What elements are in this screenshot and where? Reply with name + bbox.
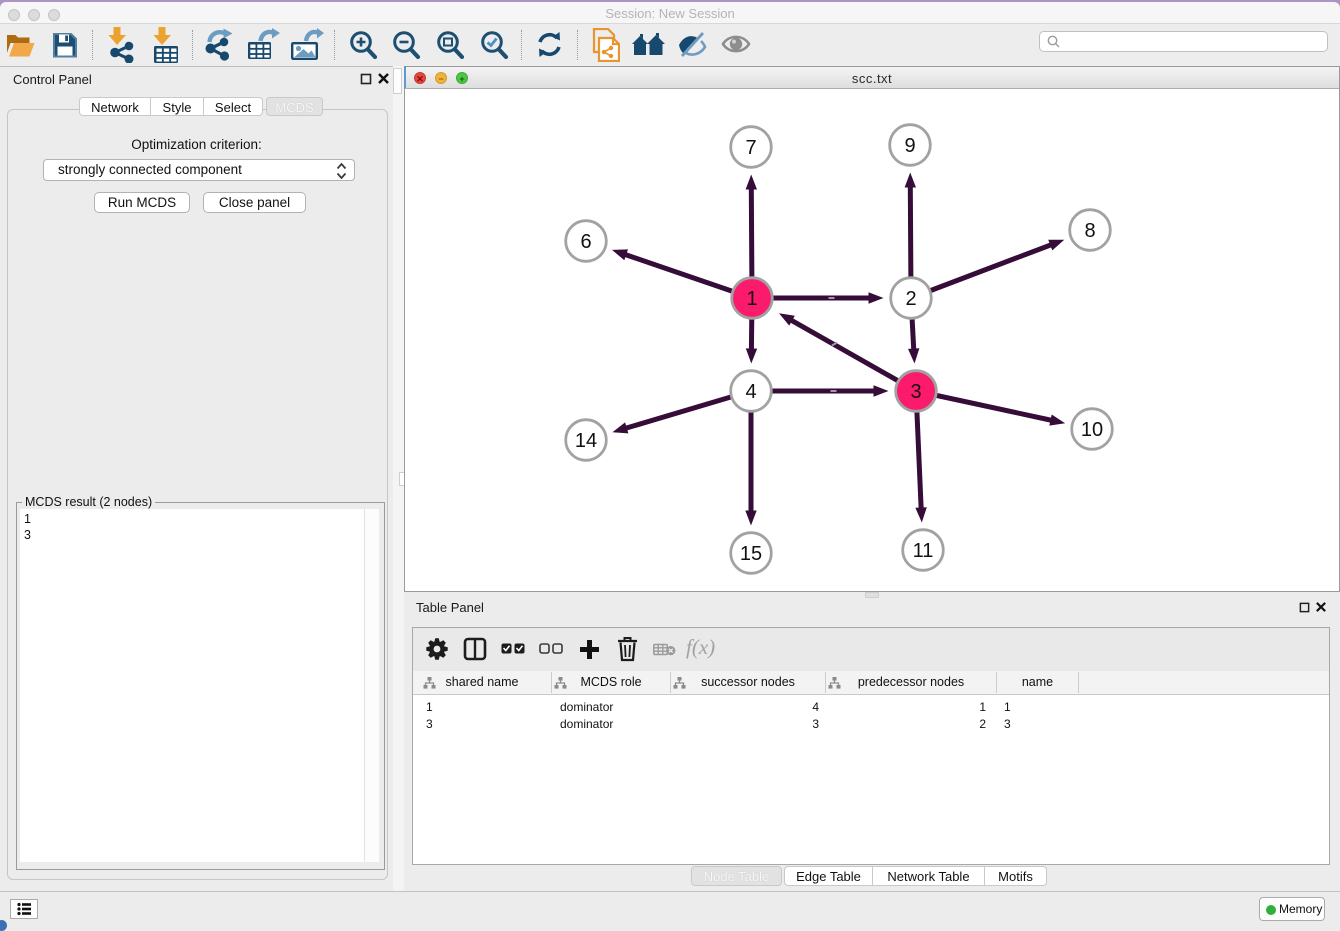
svg-text:14: 14 [575,430,597,452]
svg-text:9: 9 [904,135,915,157]
svg-text:1: 1 [746,288,757,310]
svg-text:6: 6 [580,231,591,253]
svg-text:7: 7 [745,137,756,159]
svg-text:2: 2 [905,288,916,310]
svg-text:8: 8 [1084,220,1095,242]
svg-text:4: 4 [745,381,756,403]
svg-text:3: 3 [910,381,921,403]
svg-text:10: 10 [1081,419,1103,441]
svg-text:15: 15 [740,543,762,565]
svg-text:11: 11 [913,540,934,562]
